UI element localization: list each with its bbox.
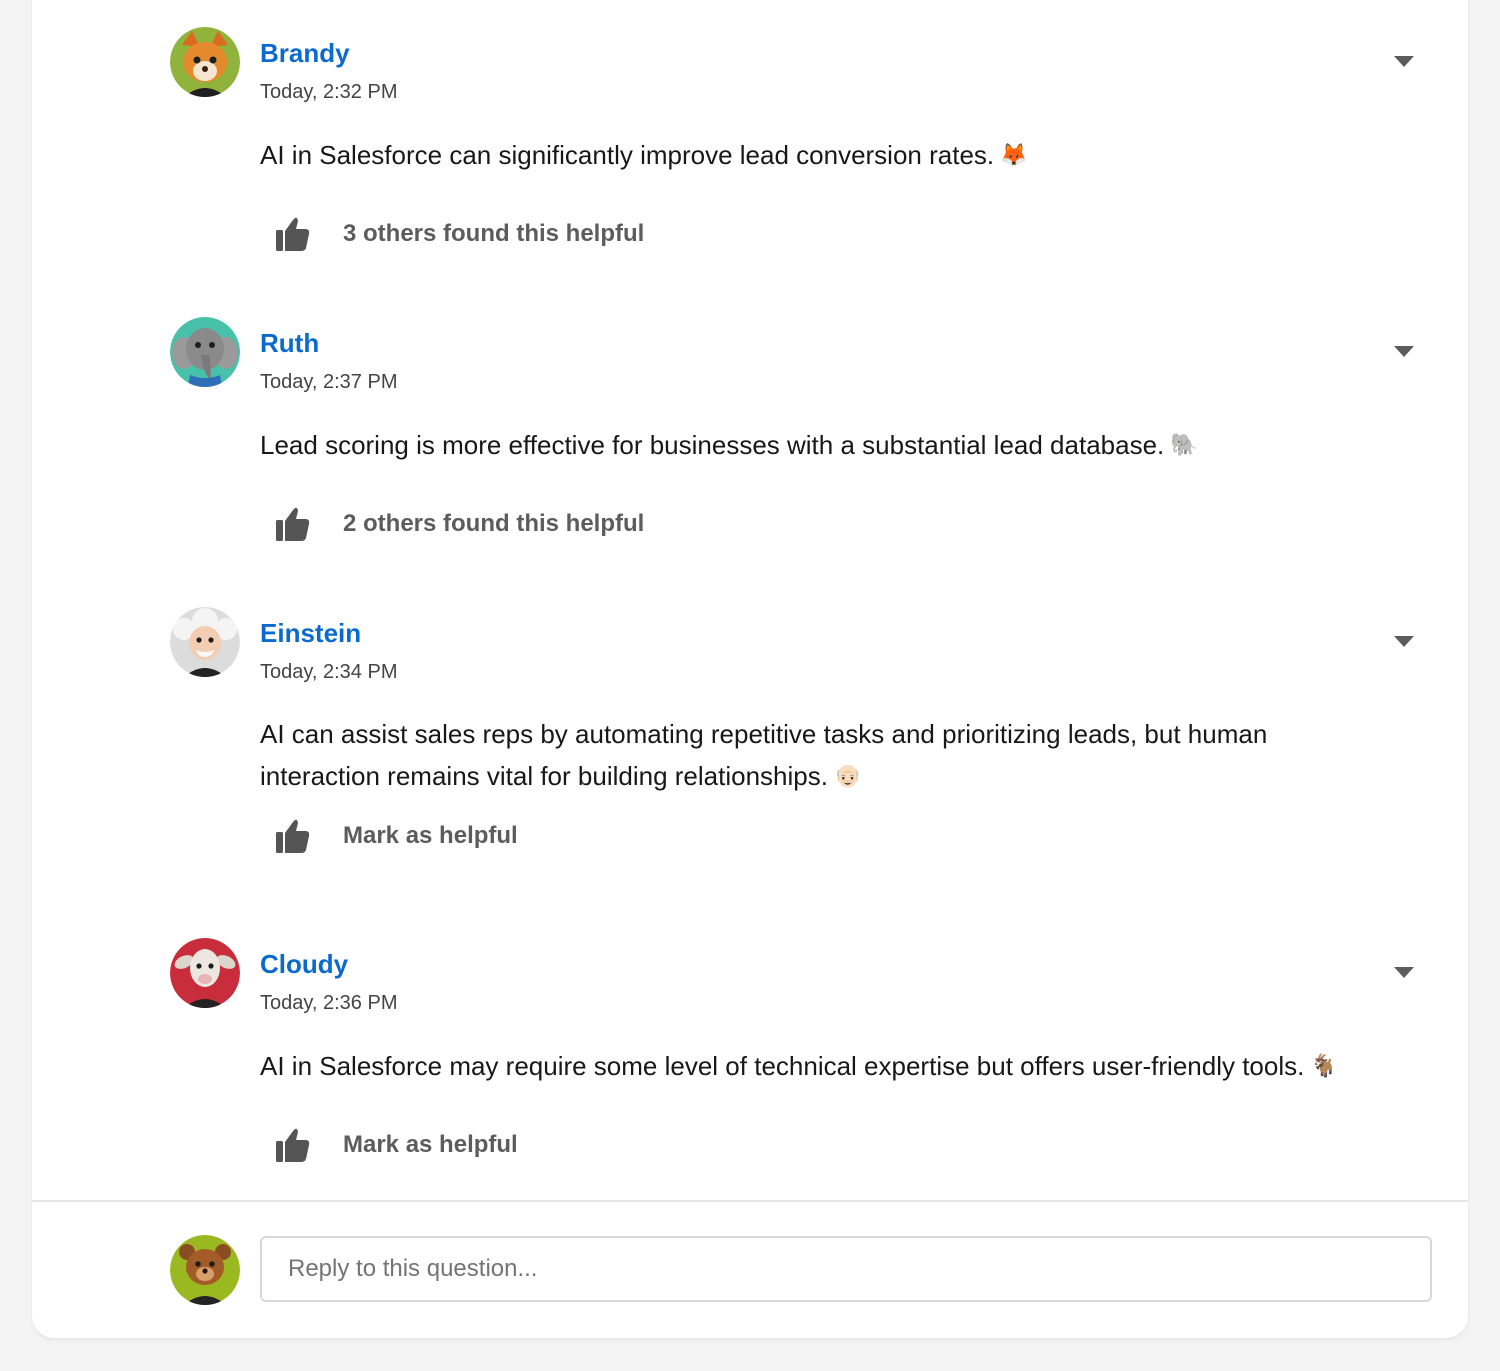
- thumbs-up-icon: [276, 217, 310, 251]
- reply-divider: [32, 1200, 1468, 1202]
- post-menu-button[interactable]: [1388, 50, 1420, 74]
- bear-avatar-icon: [170, 1235, 240, 1305]
- post-author-link[interactable]: Cloudy: [260, 949, 348, 979]
- elephant-avatar-icon[interactable]: [170, 317, 240, 387]
- helpful-label: Mark as helpful: [343, 822, 518, 849]
- mark-helpful-button[interactable]: Mark as helpful: [272, 816, 518, 856]
- discussion-card: Brandy Today, 2:32 PM AI in Salesforce c…: [32, 0, 1468, 1338]
- post-author-link[interactable]: Ruth: [260, 328, 319, 358]
- post-timestamp: Today, 2:32 PM: [260, 81, 398, 103]
- post-timestamp: Today, 2:36 PM: [260, 992, 398, 1014]
- thumbs-up-icon: [276, 819, 310, 853]
- elephant-emoji-icon: 🐘: [1170, 432, 1198, 457]
- chevron-down-icon: [1394, 636, 1414, 647]
- reply-input[interactable]: [260, 1236, 1432, 1302]
- chevron-down-icon: [1394, 56, 1414, 67]
- post-body-text: Lead scoring is more effective for busin…: [260, 430, 1165, 460]
- fox-emoji-icon: 🦊: [1000, 142, 1028, 167]
- chevron-down-icon: [1394, 346, 1414, 357]
- thumbs-up-icon: [276, 507, 310, 541]
- helpful-button[interactable]: 2 others found this helpful: [272, 504, 644, 544]
- post-menu-button[interactable]: [1388, 630, 1420, 654]
- post-menu-button[interactable]: [1388, 961, 1420, 985]
- fox-avatar-icon[interactable]: [170, 27, 240, 97]
- post-body-text: AI in Salesforce can significantly impro…: [260, 140, 995, 170]
- post-body-text: AI can assist sales reps by automating r…: [260, 719, 1268, 791]
- post-author-link[interactable]: Einstein: [260, 618, 361, 648]
- older-man-emoji-icon: 👴🏻: [833, 763, 862, 788]
- post-body: AI in Salesforce may require some level …: [260, 1045, 1390, 1087]
- post-body-text: AI in Salesforce may require some level …: [260, 1051, 1305, 1081]
- goat-emoji-icon: 🐐: [1310, 1053, 1338, 1078]
- helpful-button[interactable]: 3 others found this helpful: [272, 214, 644, 254]
- post-author-link[interactable]: Brandy: [260, 38, 350, 68]
- post-body: AI can assist sales reps by automating r…: [260, 714, 1390, 797]
- helpful-label: Mark as helpful: [343, 1131, 518, 1158]
- post-menu-button[interactable]: [1388, 340, 1420, 364]
- einstein-avatar-icon[interactable]: [170, 607, 240, 677]
- helpful-label: 3 others found this helpful: [343, 220, 645, 247]
- post-body: AI in Salesforce can significantly impro…: [260, 134, 1390, 176]
- goat-avatar-icon[interactable]: [170, 938, 240, 1008]
- thumbs-up-icon: [276, 1128, 310, 1162]
- post-timestamp: Today, 2:34 PM: [260, 661, 398, 683]
- mark-helpful-button[interactable]: Mark as helpful: [272, 1125, 518, 1165]
- post-timestamp: Today, 2:37 PM: [260, 371, 398, 393]
- helpful-label: 2 others found this helpful: [343, 510, 645, 537]
- post-body: Lead scoring is more effective for busin…: [260, 424, 1390, 466]
- chevron-down-icon: [1394, 967, 1414, 978]
